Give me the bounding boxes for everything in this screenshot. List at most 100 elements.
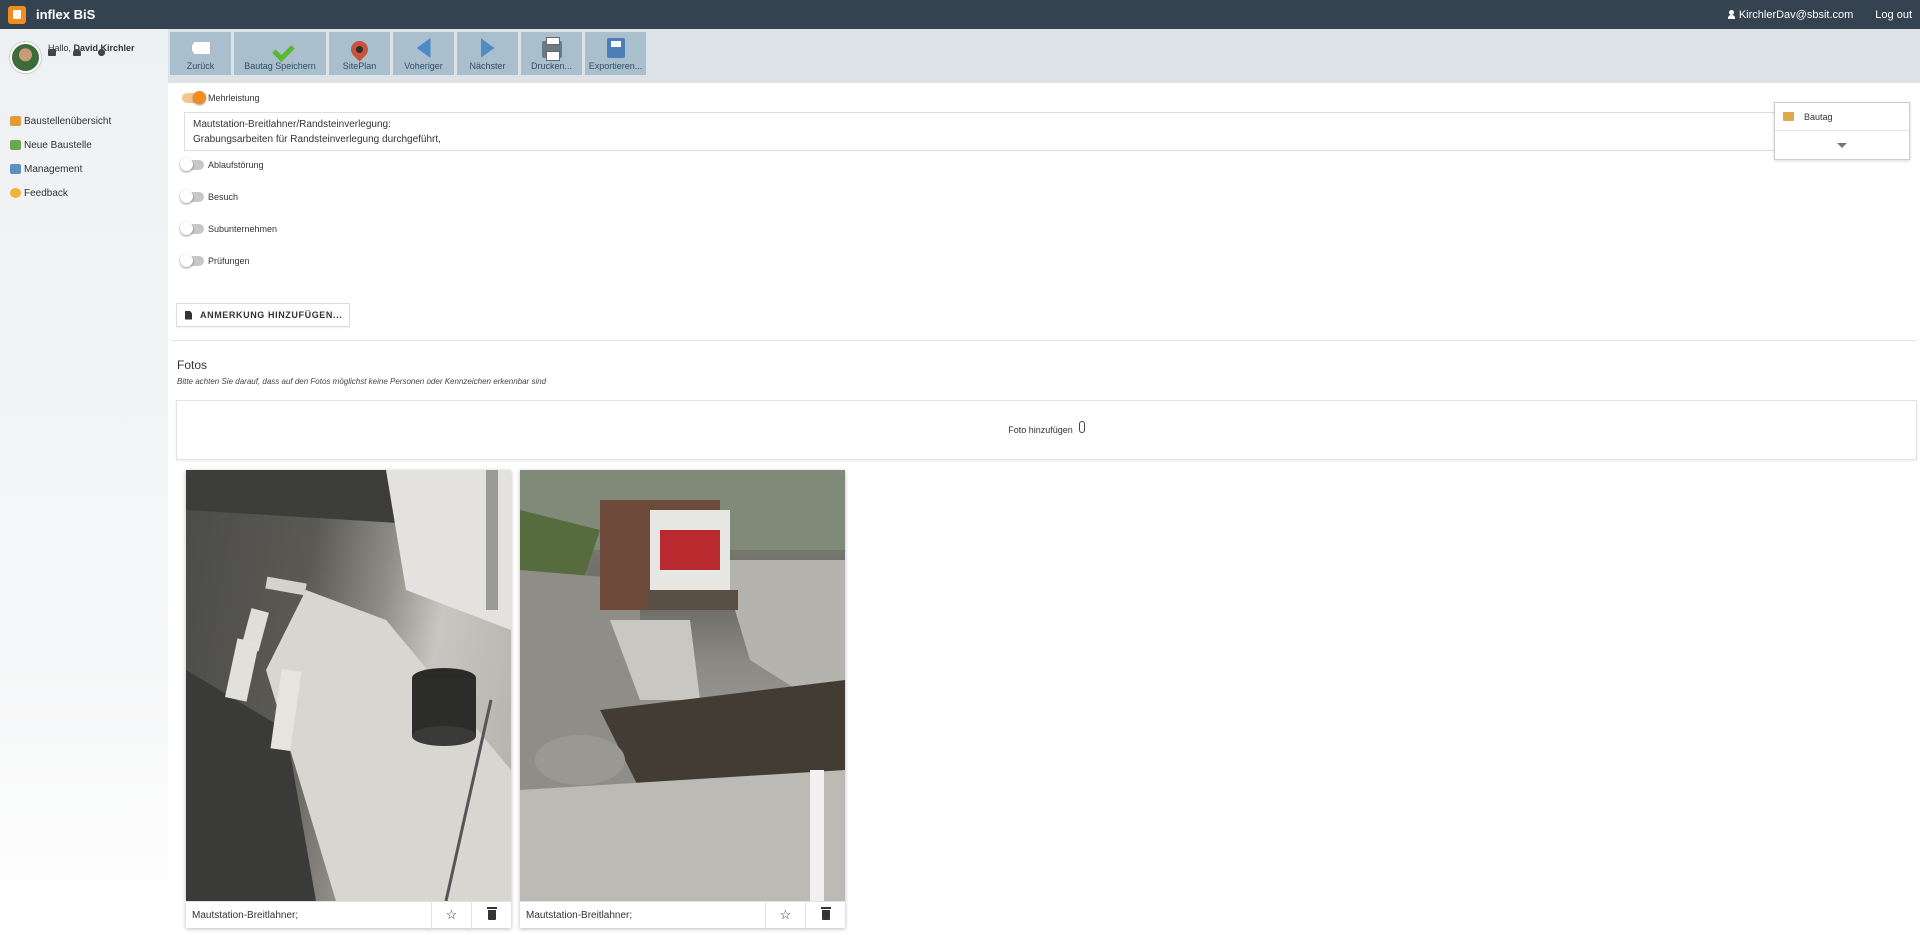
sidebar-item-feedback[interactable]: Feedback [10, 181, 111, 205]
sidebar-item-label: Neue Baustelle [24, 139, 92, 151]
avatar[interactable] [10, 42, 41, 73]
add-note-button[interactable]: ANMERKUNG HINZUFÜGEN... [176, 303, 350, 327]
sidebar-item-management[interactable]: Management [10, 157, 111, 181]
pruefungen-row: Prüfungen [180, 254, 250, 267]
photo-image [520, 470, 845, 901]
photo-caption[interactable]: Mautstation-Breitlahner; [186, 910, 431, 921]
back-button-label: Zurück [186, 61, 215, 71]
photo-thumbnail[interactable] [520, 470, 845, 901]
app-logo-icon [8, 5, 26, 24]
export-button-label: Exportieren... [588, 61, 643, 71]
subunternehmen-label: Subunternehmen [208, 224, 278, 234]
photo-caption[interactable]: Mautstation-Breitlahner; [520, 910, 765, 921]
printer-icon [1783, 112, 1794, 121]
ablaufstoerung-row: Ablaufstörung [180, 158, 264, 171]
report-dropdown: Bautag [1774, 102, 1910, 160]
next-button[interactable]: Nächster [457, 32, 518, 75]
toolbar: Zurück Bautag Speichern SitePlan Voherig… [170, 32, 646, 75]
toolbar-area: Zurück Bautag Speichern SitePlan Voherig… [168, 29, 1920, 83]
management-icon [10, 164, 21, 174]
photos-hint: Bitte achten Sie darauf, dass auf den Fo… [177, 377, 547, 386]
sidebar-item-neue-baustelle[interactable]: Neue Baustelle [10, 133, 111, 157]
sidebar-item-baustellenuebersicht[interactable]: Baustellenübersicht [10, 109, 111, 133]
printer-icon [541, 37, 562, 61]
pruefungen-toggle[interactable] [180, 254, 204, 267]
star-icon: ☆ [445, 907, 458, 922]
previous-button[interactable]: Voheriger [393, 32, 454, 75]
ablaufstoerung-label: Ablaufstörung [208, 160, 264, 170]
user-email: KirchlerDav@sbsit.com [1738, 8, 1854, 21]
caret-down-icon [1837, 142, 1847, 148]
print-button-label: Drucken... [530, 61, 572, 71]
subunternehmen-toggle[interactable] [180, 222, 204, 235]
user-account-link[interactable]: KirchlerDav@sbsit.com [1727, 8, 1854, 21]
star-icon: ☆ [779, 907, 792, 922]
sidebar-item-label: Baustellenübersicht [24, 115, 112, 127]
bautag-report-label: Bautag [1804, 111, 1833, 122]
checkmark-icon [270, 42, 290, 58]
dropdown-toggle[interactable] [1775, 131, 1909, 159]
delete-photo-button[interactable] [805, 901, 845, 929]
description-line: Mautstation-Breitlahner/Randsteinverlegu… [193, 119, 391, 130]
photo-caption-bar: Mautstation-Breitlahner; ☆ [186, 901, 511, 929]
photo-card: Mautstation-Breitlahner; ☆ [186, 470, 511, 929]
bautag-report-item[interactable]: Bautag [1775, 103, 1909, 131]
photo-caption-bar: Mautstation-Breitlahner; ☆ [520, 901, 845, 929]
ablaufstoerung-toggle[interactable] [180, 158, 204, 171]
top-bar: inflex BiS KirchlerDav@sbsit.com Log out [0, 0, 1920, 29]
export-button[interactable]: Exportieren... [585, 32, 646, 75]
favorite-button[interactable]: ☆ [431, 901, 471, 929]
description-line: Grabungsarbeiten für Randsteinverlegung … [193, 134, 441, 145]
chevron-right-icon [480, 38, 495, 58]
user-profile: Hallo, David Kirchler [10, 42, 135, 73]
user-icon [1727, 10, 1735, 19]
greeting: Hallo, David Kirchler [48, 43, 135, 73]
delete-photo-button[interactable] [471, 901, 511, 929]
sidebar-item-label: Management [24, 163, 83, 175]
photo-thumbnail[interactable] [186, 470, 511, 901]
previous-button-label: Voheriger [404, 61, 443, 71]
favorite-button[interactable]: ☆ [765, 901, 805, 929]
photos-title: Fotos [177, 358, 208, 372]
site-overview-icon [10, 116, 21, 126]
back-button[interactable]: Zurück [170, 32, 231, 75]
mehrleistung-row: Mehrleistung [182, 91, 260, 104]
new-site-icon [10, 140, 21, 150]
save-day-button[interactable]: Bautag Speichern [234, 32, 326, 75]
sidebar: Hallo, David Kirchler Baustellenübersich… [0, 29, 168, 935]
back-arrow-icon [190, 42, 211, 54]
main-content: Mehrleistung Mautstation-Breitlahner/Ran… [168, 83, 1920, 935]
trash-icon [486, 907, 497, 920]
siteplan-button[interactable]: SitePlan [329, 32, 390, 75]
add-photo-dropzone[interactable]: Foto hinzufügen [176, 400, 1917, 460]
besuch-toggle[interactable] [180, 190, 204, 203]
export-icon [606, 38, 625, 58]
photo-card: Mautstation-Breitlahner; ☆ [520, 470, 845, 929]
feedback-icon [10, 188, 21, 198]
chevron-left-icon [416, 38, 431, 58]
trash-icon [820, 907, 831, 920]
print-button[interactable]: Drucken... [521, 32, 582, 75]
app-title: inflex BiS [36, 7, 96, 22]
gear-icon[interactable] [98, 49, 105, 56]
mehrleistung-toggle[interactable] [182, 91, 206, 104]
mehrleistung-label: Mehrleistung [208, 93, 260, 103]
map-pin-icon [347, 37, 372, 62]
siteplan-button-label: SitePlan [342, 61, 377, 71]
photo-image [186, 470, 511, 901]
subunternehmen-row: Subunternehmen [180, 222, 278, 235]
paperclip-icon [1078, 421, 1085, 433]
save-day-button-label: Bautag Speichern [244, 61, 316, 71]
pruefungen-label: Prüfungen [208, 256, 250, 266]
sidebar-item-label: Feedback [24, 187, 68, 199]
logout-link[interactable]: Log out [1875, 9, 1912, 21]
document-icon [185, 310, 192, 320]
user-profile-icon[interactable] [73, 49, 81, 56]
description-textarea[interactable]: Mautstation-Breitlahner/Randsteinverlegu… [184, 112, 1801, 151]
besuch-row: Besuch [180, 190, 239, 203]
divider [172, 340, 1916, 341]
envelope-icon[interactable] [48, 49, 56, 56]
sidebar-nav: Baustellenübersicht Neue Baustelle Manag… [10, 109, 111, 205]
add-note-label: ANMERKUNG HINZUFÜGEN... [200, 310, 343, 320]
besuch-label: Besuch [208, 192, 239, 202]
